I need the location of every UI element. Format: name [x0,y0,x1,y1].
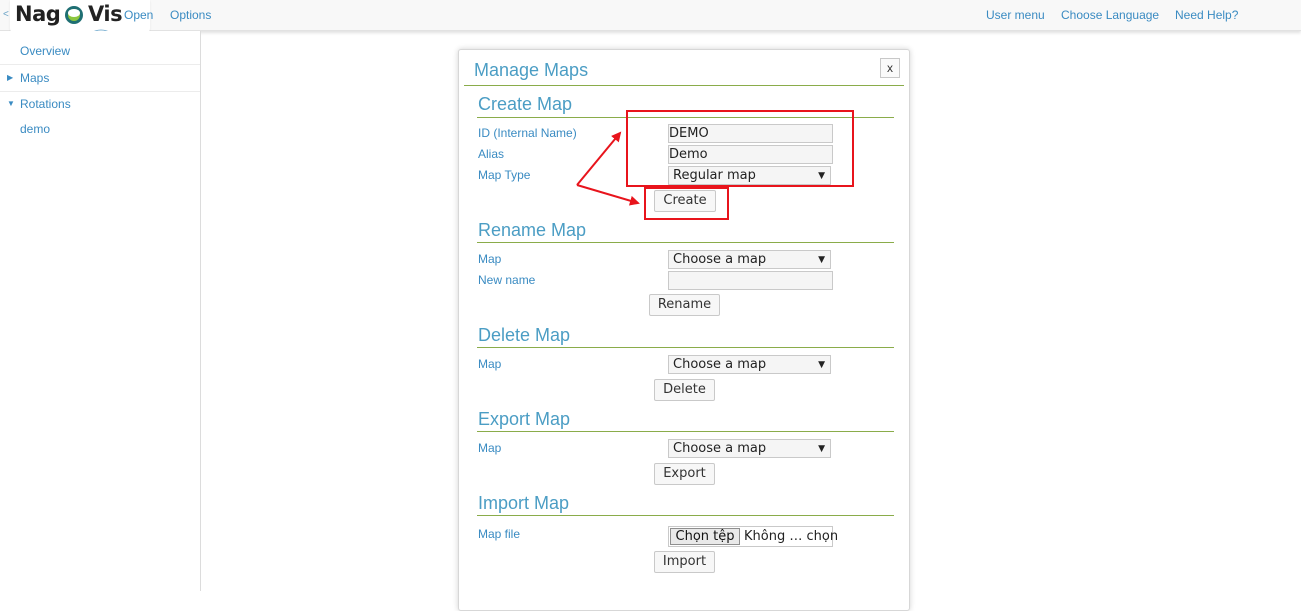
annotation-arrows-icon [576,131,640,206]
